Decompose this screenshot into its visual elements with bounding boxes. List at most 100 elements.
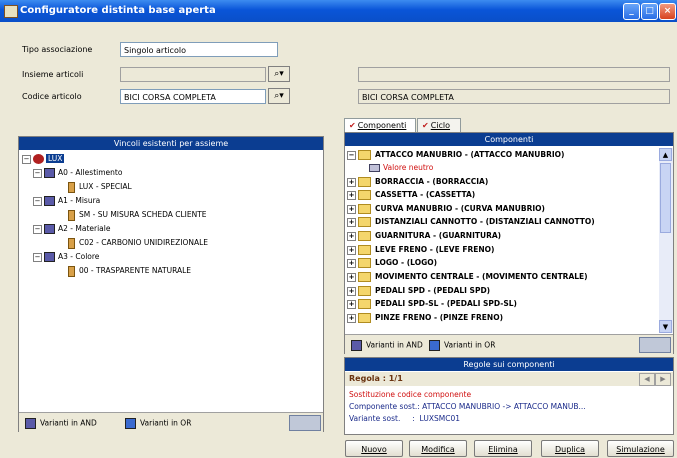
print-icon[interactable] [639, 337, 671, 353]
simulazione-button[interactable]: Simulazione [607, 440, 674, 457]
expand-icon[interactable]: + [347, 177, 356, 187]
and-icon [351, 340, 362, 351]
insieme-articoli-field[interactable] [120, 67, 266, 82]
next-rule-button[interactable]: ▶ [655, 373, 671, 386]
expand-icon[interactable]: + [347, 272, 356, 282]
component-item[interactable]: − ATTACCO MANUBRIO - (ATTACCO MANUBRIO) [347, 148, 564, 161]
expand-icon[interactable]: + [347, 231, 356, 241]
expand-icon[interactable]: + [347, 299, 356, 309]
component-item[interactable]: + MOVIMENTO CENTRALE - (MOVIMENTO CENTRAL… [347, 270, 588, 283]
collapse-icon[interactable]: − [22, 154, 31, 164]
expand-icon[interactable]: + [347, 204, 356, 214]
collapse-icon[interactable]: − [33, 224, 42, 234]
legend-or: Varianti in OR [125, 418, 191, 429]
collapse-icon[interactable]: − [33, 196, 42, 206]
rule-component: Componente sost.: ATTACCO MANUBRIO -> AT… [349, 402, 586, 411]
rule-variant: Variante sost. : LUXSMC01 [349, 414, 460, 423]
component-label: LOGO - (LOGO) [375, 258, 438, 267]
component-item[interactable]: + BORRACCIA - (BORRACCIA) [347, 175, 488, 188]
component-item[interactable]: + GUARNITURA - (GUARNITURA) [347, 229, 501, 242]
component-item[interactable]: + CURVA MANUBRIO - (CURVA MANUBRIO) [347, 202, 545, 215]
component-item[interactable]: + PINZE FRENO - (PINZE FRENO) [347, 311, 503, 324]
regola-counter: Regola : 1/1 [349, 374, 403, 383]
expand-icon[interactable]: + [347, 217, 356, 227]
tab-componenti[interactable]: ✔ Componenti [344, 118, 416, 132]
value-icon [369, 164, 380, 172]
variant-group-icon [44, 168, 55, 178]
expand-icon[interactable]: + [347, 258, 356, 268]
tree-node[interactable]: − A3 - Colore [33, 250, 99, 263]
duplica-button[interactable]: Duplica [541, 440, 599, 457]
scroll-thumb[interactable] [660, 163, 671, 233]
insieme-lookup-button[interactable]: ⌕▾ [268, 66, 290, 82]
component-label: GUARNITURA - (GUARNITURA) [375, 231, 502, 240]
tree-node[interactable]: − A2 - Materiale [33, 222, 110, 235]
tree-leaf[interactable]: LUX - SPECIAL [66, 180, 132, 193]
tab-componenti-label: Componenti [357, 121, 407, 130]
expand-icon[interactable]: + [347, 286, 356, 296]
tree-leaf[interactable]: 00 - TRASPARENTE NATURALE [66, 264, 191, 277]
check-icon: ✔ [349, 121, 356, 130]
tab-ciclo-label: Ciclo [430, 121, 451, 130]
close-button[interactable]: × [659, 3, 676, 20]
component-item[interactable]: + LEVE FRENO - (LEVE FRENO) [347, 243, 494, 256]
maximize-button[interactable]: □ [641, 3, 658, 20]
legend-or: Varianti in OR [429, 340, 495, 351]
component-item[interactable]: + DISTANZIALI CANNOTTO - (DISTANZIALI CAN… [347, 215, 595, 228]
scroll-up-arrow[interactable]: ▲ [659, 148, 672, 161]
folder-icon [358, 177, 371, 187]
neutral-value-item[interactable]: Valore neutro [369, 161, 433, 174]
variant-value-icon [68, 237, 75, 249]
nuovo-button-label: Nuovo [361, 445, 387, 454]
scroll-down-arrow[interactable]: ▼ [659, 320, 672, 333]
print-icon[interactable] [289, 415, 321, 431]
expand-icon[interactable]: + [347, 190, 356, 200]
expand-icon[interactable]: + [347, 313, 356, 323]
nuovo-button[interactable]: Nuovo [345, 440, 403, 457]
folder-icon [358, 231, 371, 241]
legend-or-label: Varianti in OR [140, 418, 192, 428]
collapse-icon[interactable]: − [347, 150, 356, 160]
tree-root[interactable]: − LUX [22, 152, 65, 165]
elimina-button[interactable]: Elimina [474, 440, 532, 457]
legend-and-label: Varianti in AND [366, 340, 423, 350]
or-icon [429, 340, 440, 351]
bike-icon [33, 154, 44, 164]
tree-leaf[interactable]: SM - SU MISURA SCHEDA CLIENTE [66, 208, 207, 221]
codice-description-field: BICI CORSA COMPLETA [358, 89, 670, 104]
components-scrollbar[interactable]: ▲ ▼ [659, 148, 673, 333]
component-item[interactable]: + PEDALI SPD - (PEDALI SPD) [347, 284, 490, 297]
tab-ciclo[interactable]: ✔ Ciclo [417, 118, 461, 132]
rules-panel-header: Regole sui componenti [345, 358, 673, 371]
tipo-associazione-field[interactable]: Singolo articolo [120, 42, 278, 57]
insieme-description-field [358, 67, 670, 82]
component-label: PINZE FRENO - (PINZE FRENO) [375, 313, 504, 322]
minimize-button[interactable]: _ [623, 3, 640, 20]
legend-and: Varianti in AND [25, 418, 97, 429]
search-icon: ⌕▾ [274, 91, 284, 101]
codice-lookup-button[interactable]: ⌕▾ [268, 88, 290, 104]
collapse-icon[interactable]: − [33, 168, 42, 178]
folder-icon [358, 217, 371, 227]
component-item[interactable]: + LOGO - (LOGO) [347, 256, 437, 269]
modifica-button[interactable]: Modifica [409, 440, 467, 457]
prev-rule-button[interactable]: ◀ [639, 373, 655, 386]
check-icon: ✔ [422, 121, 429, 130]
vincoli-panel [18, 136, 324, 432]
component-item[interactable]: + CASSETTA - (CASSETTA) [347, 188, 475, 201]
vincoli-legend-bar: Varianti in AND Varianti in OR [19, 412, 323, 432]
tree-leaf[interactable]: C02 - CARBONIO UNIDIREZIONALE [66, 236, 208, 249]
component-label: PEDALI SPD-SL - (PEDALI SPD-SL) [375, 299, 517, 308]
duplica-button-label: Duplica [554, 445, 586, 454]
expand-icon[interactable]: + [347, 245, 356, 255]
component-item[interactable]: + PEDALI SPD-SL - (PEDALI SPD-SL) [347, 297, 517, 310]
variant-value-icon [68, 209, 75, 221]
tree-node[interactable]: − A0 - Allestimento [33, 166, 122, 179]
codice-articolo-field[interactable]: BICI CORSA COMPLETA [120, 89, 266, 104]
collapse-icon[interactable]: − [33, 252, 42, 262]
legend-and: Varianti in AND [351, 340, 423, 351]
legend-and-label: Varianti in AND [40, 418, 97, 428]
neutral-value-label: Valore neutro [383, 163, 434, 172]
tree-leaf-label: SM - SU MISURA SCHEDA CLIENTE [79, 210, 207, 219]
tree-node[interactable]: − A1 - Misura [33, 194, 100, 207]
